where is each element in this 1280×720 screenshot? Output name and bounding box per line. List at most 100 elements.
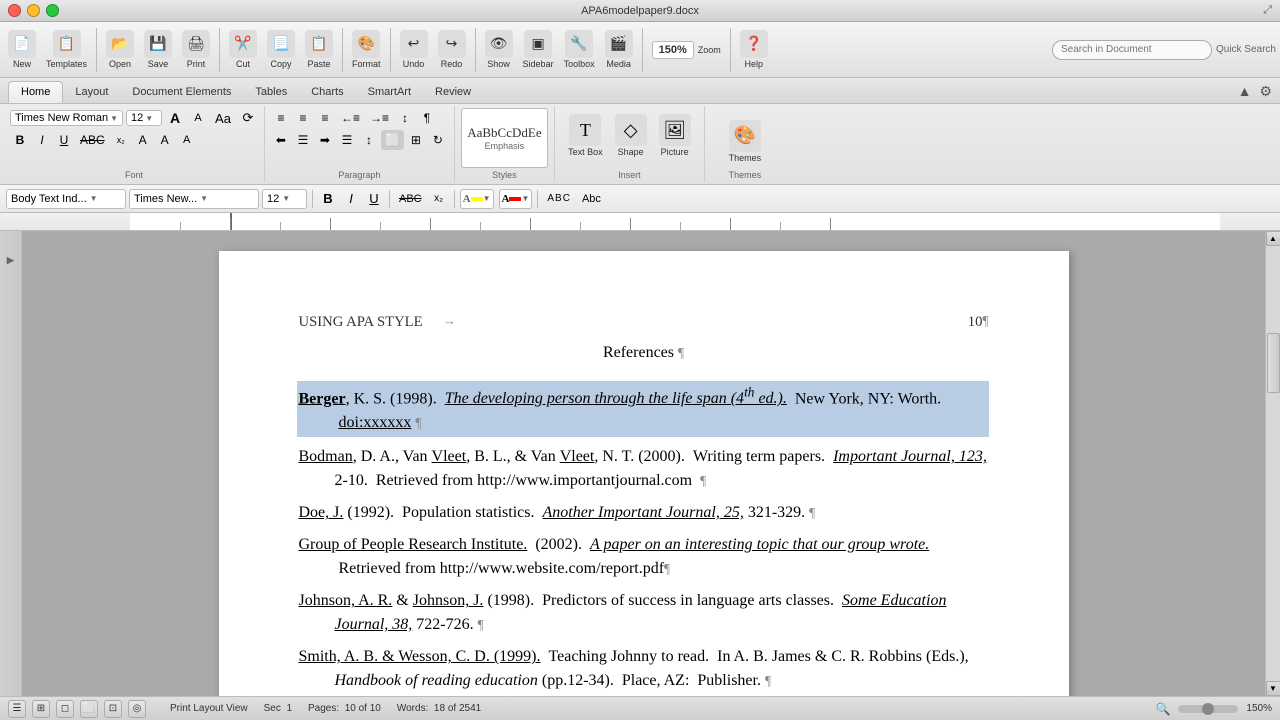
status-btn-1[interactable]: ☰ bbox=[8, 700, 26, 718]
zoom-group: 150% Zoom bbox=[648, 39, 725, 61]
help-group[interactable]: ❓ Help bbox=[736, 28, 772, 71]
font-name-dropdown[interactable]: Times New Roman ▼ bbox=[10, 110, 123, 126]
style-dropdown[interactable]: Body Text Ind... ▼ bbox=[6, 189, 126, 209]
window-expand-icon[interactable]: ⤢ bbox=[1263, 4, 1272, 17]
shape-btn[interactable]: ◇ Shape bbox=[611, 112, 651, 159]
tab-home[interactable]: Home bbox=[8, 81, 63, 103]
templates-group[interactable]: 📋 Templates bbox=[42, 28, 91, 71]
shading-btn[interactable]: ⬜ bbox=[381, 130, 404, 150]
ribbon-collapse-icon[interactable]: ▲ bbox=[1238, 85, 1252, 101]
textbox-btn[interactable]: T Text Box bbox=[564, 112, 607, 159]
shape-label: Shape bbox=[618, 147, 644, 157]
status-btn-5[interactable]: ⊡ bbox=[104, 700, 122, 718]
font-decrease-btn[interactable]: A bbox=[188, 108, 208, 128]
berger-doi: doi:xxxxxx bbox=[339, 414, 412, 431]
paste-icon: 📋 bbox=[305, 30, 333, 58]
divider-5 bbox=[475, 28, 476, 72]
border-btn[interactable]: ⊞ bbox=[406, 130, 426, 150]
underline-btn[interactable]: U bbox=[54, 130, 74, 150]
align-left-btn[interactable]: ⬅ bbox=[271, 130, 291, 150]
copy-group[interactable]: 📃 Copy bbox=[263, 28, 299, 71]
font-dropdown[interactable]: Times New... ▼ bbox=[129, 189, 259, 209]
tab-charts[interactable]: Charts bbox=[299, 81, 355, 103]
undo-icon: ↩ bbox=[400, 30, 428, 58]
format-group[interactable]: 🎨 Format bbox=[348, 28, 385, 71]
zoom-slider[interactable] bbox=[1178, 705, 1238, 713]
doc-area[interactable]: USING APA STYLE → 10 ¶ References ¶ Berg… bbox=[22, 231, 1265, 696]
multilevel-list-btn[interactable]: ≡ bbox=[315, 108, 335, 128]
font-color-btn[interactable]: A bbox=[133, 130, 153, 150]
tab-smartart[interactable]: SmartArt bbox=[356, 81, 423, 103]
tab-document-elements[interactable]: Document Elements bbox=[120, 81, 243, 103]
text-direction-btn[interactable]: ↻ bbox=[428, 130, 448, 150]
uppercase-btn[interactable]: ABC bbox=[543, 189, 575, 209]
scroll-down-btn[interactable]: ▼ bbox=[1266, 681, 1280, 696]
highlight-btn[interactable]: A bbox=[155, 130, 175, 150]
status-btn-2[interactable]: ⊞ bbox=[32, 700, 50, 718]
scroll-track[interactable] bbox=[1266, 246, 1280, 681]
scroll-up-btn[interactable]: ▲ bbox=[1266, 231, 1280, 246]
picture-btn[interactable]: 🖼 Picture bbox=[655, 112, 695, 159]
status-btn-3[interactable]: ◻ bbox=[56, 700, 74, 718]
text-effect-btn[interactable]: A bbox=[177, 130, 197, 150]
paste-group[interactable]: 📋 Paste bbox=[301, 28, 337, 71]
close-button[interactable] bbox=[8, 4, 21, 17]
underline-format-btn[interactable]: U bbox=[364, 189, 384, 209]
redo-group[interactable]: ↪ Redo bbox=[434, 28, 470, 71]
italic-btn[interactable]: I bbox=[32, 130, 52, 150]
bold-format-btn[interactable]: B bbox=[318, 189, 338, 209]
numbered-list-btn[interactable]: ≡ bbox=[293, 108, 313, 128]
tab-review[interactable]: Review bbox=[423, 81, 483, 103]
tab-layout[interactable]: Layout bbox=[63, 81, 120, 103]
align-right-btn[interactable]: ➡ bbox=[315, 130, 335, 150]
show-group[interactable]: 👁 Show bbox=[481, 28, 517, 71]
references-heading: References bbox=[603, 344, 674, 361]
zoom-thumb[interactable] bbox=[1202, 703, 1214, 715]
align-center-btn[interactable]: ☰ bbox=[293, 130, 313, 150]
size-dropdown[interactable]: 12 ▼ bbox=[262, 189, 307, 209]
zoom-out-icon[interactable]: 🔍 bbox=[1155, 702, 1170, 716]
increase-indent-btn[interactable]: →≡ bbox=[366, 108, 393, 128]
pilcrow-btn[interactable]: ¶ bbox=[417, 108, 437, 128]
font-color-format-btn[interactable]: A ▼ bbox=[499, 189, 533, 209]
smallcaps-btn[interactable]: Abc bbox=[578, 189, 605, 209]
justify-btn[interactable]: ☰ bbox=[337, 130, 357, 150]
open-group[interactable]: 📂 Open bbox=[102, 28, 138, 71]
sort-btn[interactable]: ↕ bbox=[395, 108, 415, 128]
font-clear-btn[interactable]: ⟳ bbox=[238, 108, 258, 128]
bold-btn[interactable]: B bbox=[10, 130, 30, 150]
print-group[interactable]: 🖨 Print bbox=[178, 28, 214, 71]
font-size-dropdown[interactable]: 12 ▼ bbox=[126, 110, 162, 126]
maximize-button[interactable] bbox=[46, 4, 59, 17]
font-arrow: ▼ bbox=[200, 194, 208, 203]
media-group[interactable]: 🎬 Media bbox=[601, 28, 637, 71]
toolbox-group[interactable]: 🔧 Toolbox bbox=[560, 28, 599, 71]
status-btn-4[interactable]: ⬜ bbox=[80, 700, 98, 718]
font-increase-btn[interactable]: A bbox=[165, 108, 185, 128]
line-spacing-btn[interactable]: ↕ bbox=[359, 130, 379, 150]
themes-btn[interactable]: 🎨 Themes bbox=[725, 118, 766, 165]
document: USING APA STYLE → 10 ¶ References ¶ Berg… bbox=[219, 251, 1069, 696]
window-title: APA6modelpaper9.docx bbox=[581, 5, 699, 17]
subscript-btn[interactable]: x₂ bbox=[111, 130, 131, 150]
italic-format-btn[interactable]: I bbox=[341, 189, 361, 209]
strikethrough-btn[interactable]: ABC bbox=[76, 130, 109, 150]
undo-group[interactable]: ↩ Undo bbox=[396, 28, 432, 71]
zoom-label: Zoom bbox=[698, 45, 721, 55]
status-btn-6[interactable]: ◎ bbox=[128, 700, 146, 718]
status-right: 🔍 150% bbox=[1155, 702, 1272, 716]
subscript-format-btn[interactable]: x₂ bbox=[429, 189, 449, 209]
save-group[interactable]: 💾 Save bbox=[140, 28, 176, 71]
minimize-button[interactable] bbox=[27, 4, 40, 17]
bullet-list-btn[interactable]: ≡ bbox=[271, 108, 291, 128]
highlight-color-btn[interactable]: A ▼ bbox=[460, 189, 494, 209]
strikethrough-format-btn[interactable]: ABC bbox=[395, 189, 426, 209]
ribbon-settings-icon[interactable]: ⚙ bbox=[1259, 84, 1272, 101]
decrease-indent-btn[interactable]: ←≡ bbox=[337, 108, 364, 128]
font-case-btn[interactable]: Aa bbox=[211, 108, 235, 128]
scroll-thumb[interactable] bbox=[1267, 333, 1280, 393]
search-input[interactable] bbox=[1052, 40, 1212, 60]
tab-tables[interactable]: Tables bbox=[243, 81, 299, 103]
sidebar-group[interactable]: ▣ Sidebar bbox=[519, 28, 558, 71]
cut-group[interactable]: ✂️ Cut bbox=[225, 28, 261, 71]
